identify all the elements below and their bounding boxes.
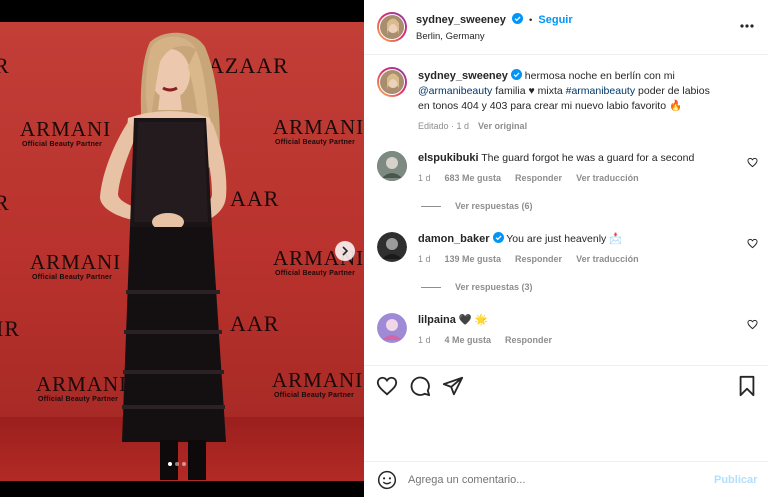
reply-button[interactable]: Responder [515, 173, 562, 183]
comment-input[interactable] [408, 471, 698, 489]
comment-body: lilpaina 🖤 🌟 [418, 313, 488, 328]
view-replies-button[interactable]: Ver respuestas (6) [421, 201, 533, 211]
more-icon[interactable] [740, 24, 754, 28]
see-original-link[interactable]: Ver original [478, 121, 527, 131]
divider [421, 286, 441, 288]
comment-time: 1 d [418, 254, 431, 264]
author-avatar[interactable] [377, 12, 407, 42]
heart-icon[interactable] [376, 375, 398, 397]
carousel-dot [182, 462, 186, 466]
comment-time: 1 d [418, 335, 431, 345]
caption-text: en tonos 404 y 403 para crear mi nuevo l… [418, 100, 683, 112]
heart-icon[interactable] [747, 238, 758, 249]
comment-username[interactable]: lilpaina [418, 314, 456, 326]
comment-username[interactable]: elspukibuki [418, 152, 479, 164]
view-replies-label: Ver respuestas (3) [455, 282, 533, 292]
carousel-dot [168, 462, 172, 466]
separator: • [529, 15, 533, 26]
reply-button[interactable]: Responder [505, 335, 552, 345]
edited-time: Editado · 1 d [418, 121, 470, 131]
view-replies-button[interactable]: Ver respuestas (3) [421, 282, 533, 292]
caption-avatar[interactable] [377, 67, 407, 97]
chevron-right-icon [342, 246, 349, 256]
post-photo[interactable]: ARMANI Official Beauty Partner ARMANI Of… [0, 22, 364, 481]
avatar-image [379, 69, 405, 95]
share-icon[interactable] [442, 375, 464, 397]
person-figure [100, 32, 227, 480]
reply-button[interactable]: Responder [515, 254, 562, 264]
view-replies-label: Ver respuestas (6) [455, 201, 533, 211]
app-frame: ARMANI Official Beauty Partner ARMANI Of… [0, 0, 768, 497]
comment-likes[interactable]: 683 Me gusta [445, 173, 502, 183]
comment-avatar[interactable] [377, 232, 407, 262]
verified-icon [510, 69, 522, 80]
post-detail-panel: sydney_sweeney • Seguir Berlin, Germany … [364, 0, 768, 497]
comment-text: 🖤 🌟 [458, 314, 488, 326]
comment-body: damon_baker You are just heavenly 📩 [418, 232, 622, 247]
post-header: sydney_sweeney • Seguir Berlin, Germany [364, 0, 768, 55]
hashtag-link[interactable]: #armanibeauty [566, 85, 635, 97]
author-username[interactable]: sydney_sweeney [416, 14, 506, 26]
emoji-icon[interactable] [377, 470, 397, 490]
comment-time: 1 d [418, 173, 431, 183]
comment-avatar[interactable] [377, 151, 407, 181]
comment-composer: Publicar [364, 461, 768, 497]
action-bar [364, 365, 768, 405]
heart-icon[interactable] [747, 319, 758, 330]
caption: sydney_sweeney hermosa noche en berlín c… [418, 69, 758, 114]
publish-button[interactable]: Publicar [714, 474, 757, 486]
comment-likes[interactable]: 139 Me gusta [445, 254, 502, 264]
caption-meta: Editado · 1 d Ver original [418, 121, 527, 131]
translate-button[interactable]: Ver traducción [576, 254, 639, 264]
comment-body: elspukibuki The guard forgot he was a gu… [418, 151, 694, 166]
comment-likes[interactable]: 4 Me gusta [445, 335, 492, 345]
caption-username[interactable]: sydney_sweeney [418, 70, 508, 82]
follow-button[interactable]: Seguir [538, 14, 572, 26]
avatar-image [379, 14, 405, 40]
post-location[interactable]: Berlin, Germany [416, 31, 485, 42]
mention-link[interactable]: @armanibeauty [418, 85, 492, 97]
comment-meta: 1 d 139 Me gusta Responder Ver traducció… [418, 254, 639, 264]
comment-avatar[interactable] [377, 313, 407, 343]
comment-meta: 1 d 683 Me gusta Responder Ver traducció… [418, 173, 639, 183]
comment-text: The guard forgot he was a guard for a se… [481, 152, 695, 164]
caption-text: familia ♥ mixta [492, 85, 566, 97]
heart-icon[interactable] [747, 157, 758, 168]
author-line: sydney_sweeney • Seguir [416, 13, 573, 26]
carousel-dots [168, 462, 186, 466]
comment-username[interactable]: damon_baker [418, 233, 490, 245]
verified-icon [511, 13, 523, 24]
verified-icon [492, 232, 504, 243]
comment-icon[interactable] [409, 375, 431, 397]
comment-text: You are just heavenly 📩 [506, 233, 623, 245]
caption-text: poder de labios [635, 85, 710, 97]
divider [421, 205, 441, 207]
bookmark-icon[interactable] [736, 375, 758, 397]
carousel-dot [175, 462, 179, 466]
next-photo-button[interactable] [335, 241, 355, 261]
translate-button[interactable]: Ver traducción [576, 173, 639, 183]
comment-meta: 1 d 4 Me gusta Responder [418, 335, 552, 345]
caption-text: hermosa noche en berlín con mi [521, 70, 675, 82]
